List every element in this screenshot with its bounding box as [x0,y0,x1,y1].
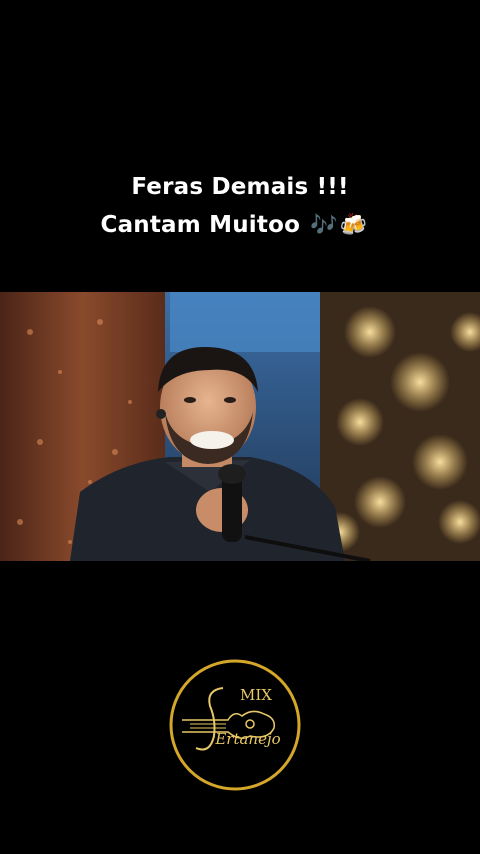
video-scene [0,292,480,561]
caption-line-2: Cantam Muitoo 🎶🍻 [0,212,474,238]
music-notes-icon: 🎶 [310,213,338,238]
screen: Feras Demais !!! Cantam Muitoo 🎶🍻 MIX Er… [0,0,480,854]
caption-line-1-text: Feras Demais !!! [131,174,349,200]
logo-top-text: MIX [240,686,272,704]
mix-sertanejo-logo: MIX Ertanejo [168,658,302,792]
caption-line-2-text: Cantam Muitoo [100,212,301,238]
caption-line-1: Feras Demais !!! [0,174,480,200]
logo-bottom-text: Ertanejo [214,730,280,748]
beer-mugs-icon: 🍻 [339,213,368,238]
video-frame[interactable] [0,292,480,561]
